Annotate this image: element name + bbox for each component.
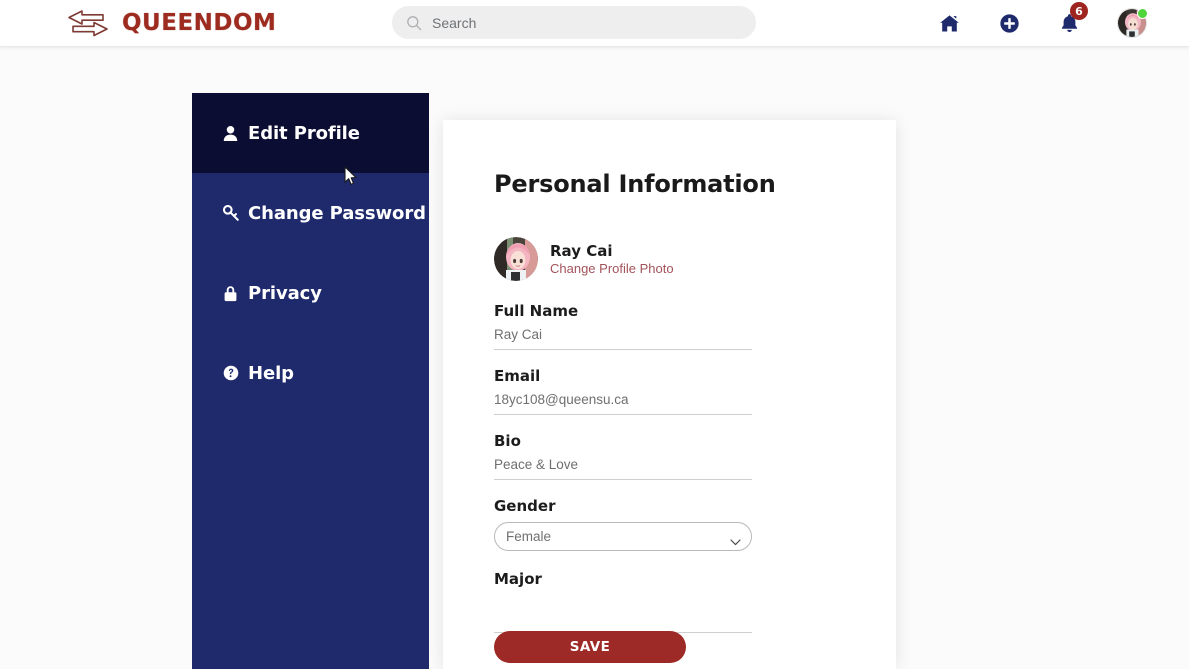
profile-avatar[interactable] <box>494 237 538 281</box>
bio-input[interactable] <box>494 457 752 480</box>
notification-badge: 6 <box>1070 2 1088 20</box>
add-circle-icon[interactable] <box>997 11 1021 35</box>
major-label: Major <box>494 570 542 588</box>
home-icon[interactable] <box>937 11 961 35</box>
major-input[interactable] <box>494 610 752 633</box>
logo-text: QUEENDOM <box>122 9 277 36</box>
sidebar-item-help[interactable]: Help <box>192 333 429 413</box>
page-title: Personal Information <box>494 170 776 198</box>
bell-icon[interactable]: 6 <box>1057 2 1088 35</box>
settings-sidebar: Edit Profile Change Password Privacy Hel… <box>192 93 429 669</box>
search-input[interactable] <box>432 14 742 31</box>
field-major: Major <box>494 570 752 633</box>
header-nav-icons: 6 <box>937 0 1148 46</box>
app-logo[interactable]: QUEENDOM <box>62 4 276 42</box>
header-avatar[interactable] <box>1117 8 1148 38</box>
full-name-label: Full Name <box>494 302 579 320</box>
full-name-input[interactable] <box>494 327 752 350</box>
sidebar-item-edit-profile[interactable]: Edit Profile <box>192 93 429 173</box>
field-gender: Gender Female <box>494 497 752 551</box>
personal-information-card: Personal Information Ray Cai Change Prof… <box>443 120 896 669</box>
search-icon <box>406 15 422 31</box>
gender-select[interactable]: Female <box>494 522 752 551</box>
gender-label: Gender <box>494 497 556 515</box>
field-bio: Bio <box>494 432 752 480</box>
lock-icon <box>222 284 239 303</box>
sidebar-item-privacy[interactable]: Privacy <box>192 253 429 333</box>
profile-name: Ray Cai <box>550 242 613 260</box>
save-button[interactable]: SAVE <box>494 631 686 663</box>
profile-summary: Ray Cai Change Profile Photo <box>494 237 674 281</box>
bio-label: Bio <box>494 432 521 450</box>
sidebar-item-label: Privacy <box>248 282 322 304</box>
change-profile-photo-link[interactable]: Change Profile Photo <box>550 261 674 276</box>
double-arrow-icon <box>62 8 114 38</box>
sidebar-item-change-password[interactable]: Change Password <box>192 173 429 253</box>
key-icon <box>222 204 239 223</box>
sidebar-item-label: Help <box>248 362 294 384</box>
search-bar[interactable] <box>392 6 756 39</box>
sidebar-item-label: Change Password <box>248 202 426 224</box>
sidebar-item-label: Edit Profile <box>248 122 360 144</box>
top-navigation-bar: QUEENDOM Search 6 <box>0 0 1189 47</box>
field-email: Email <box>494 367 752 415</box>
field-full-name: Full Name <box>494 302 752 350</box>
question-circle-icon <box>222 364 239 383</box>
email-label: Email <box>494 367 541 385</box>
email-input[interactable] <box>494 392 752 415</box>
user-icon <box>222 124 239 143</box>
online-status-dot <box>1137 8 1148 19</box>
